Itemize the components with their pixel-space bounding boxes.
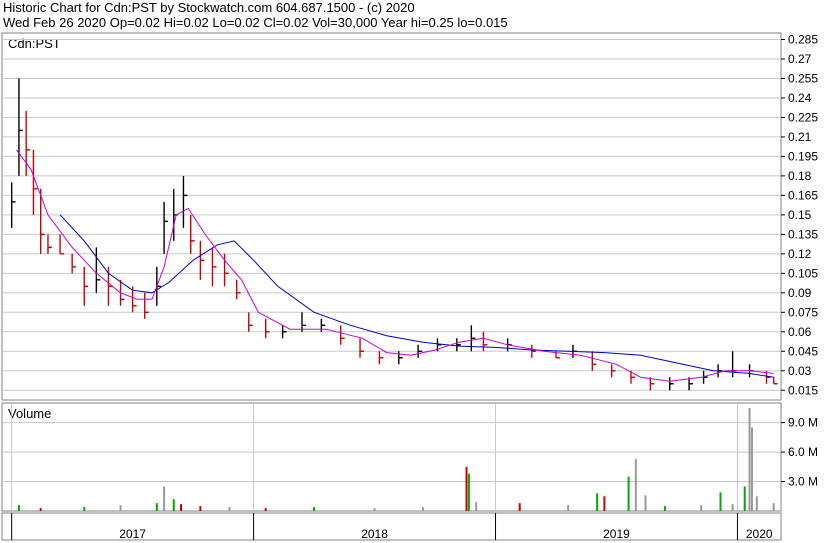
price-tick-label: 0.18 bbox=[788, 169, 812, 183]
volume-tick-label: 3.0 M bbox=[788, 475, 818, 489]
year-label: 2020 bbox=[746, 527, 773, 541]
price-tick-label: 0.12 bbox=[788, 247, 812, 261]
stock-chart: Historic Chart for Cdn:PST by Stockwatch… bbox=[0, 0, 830, 543]
year-label: 2018 bbox=[361, 527, 388, 541]
price-tick-label: 0.285 bbox=[788, 32, 818, 46]
volume-panel-title: Volume bbox=[8, 406, 51, 421]
price-tick-label: 0.15 bbox=[788, 208, 812, 222]
price-tick-label: 0.21 bbox=[788, 130, 812, 144]
price-tick-label: 0.195 bbox=[788, 149, 818, 163]
price-tick-label: 0.105 bbox=[788, 266, 818, 280]
price-tick-label: 0.045 bbox=[788, 344, 818, 358]
year-label: 2017 bbox=[119, 527, 146, 541]
price-tick-label: 0.165 bbox=[788, 188, 818, 202]
volume-tick-label: 9.0 M bbox=[788, 416, 818, 430]
price-tick-label: 0.24 bbox=[788, 91, 812, 105]
price-panel-title: Cdn:PST bbox=[8, 36, 61, 51]
price-tick-label: 0.075 bbox=[788, 305, 818, 319]
price-tick-label: 0.225 bbox=[788, 110, 818, 124]
chart-header-title: Historic Chart for Cdn:PST by Stockwatch… bbox=[3, 0, 415, 15]
price-tick-label: 0.06 bbox=[788, 325, 812, 339]
price-tick-label: 0.015 bbox=[788, 383, 818, 397]
price-tick-label: 0.03 bbox=[788, 364, 812, 378]
price-tick-label: 0.135 bbox=[788, 227, 818, 241]
price-tick-label: 0.09 bbox=[788, 286, 812, 300]
price-tick-label: 0.255 bbox=[788, 71, 818, 85]
chart-background bbox=[0, 0, 830, 543]
year-label: 2019 bbox=[603, 527, 630, 541]
price-tick-label: 0.27 bbox=[788, 52, 812, 66]
volume-tick-label: 6.0 M bbox=[788, 445, 818, 459]
chart-header-stats: Wed Feb 26 2020 Op=0.02 Hi=0.02 Lo=0.02 … bbox=[3, 15, 508, 30]
